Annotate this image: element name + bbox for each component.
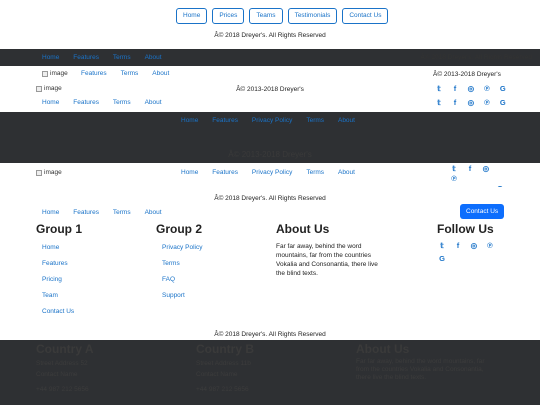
instagram-icon[interactable]: ◎	[466, 84, 476, 94]
footer5-nav-terms[interactable]: Terms	[306, 117, 324, 124]
follow-title: Follow Us	[437, 222, 494, 236]
footer9-about-text: Far far away, behind the word mountains,…	[356, 358, 485, 381]
footer-3: image Features Terms About Â© 2013-2018 …	[0, 66, 540, 82]
footer-9: Country A Street Address 52 Contact Name…	[0, 340, 540, 405]
group1-team-link[interactable]: Team	[42, 292, 136, 299]
footer8-copyright: Â© 2018 Dreyer's. All Rights Reserved	[214, 331, 326, 338]
footer-5: Home Features Privacy Policy Terms About…	[0, 112, 540, 163]
group2-privacy-link[interactable]: Privacy Policy	[162, 244, 256, 251]
footer-8: Group 1 Home Features Pricing Team Conta…	[0, 220, 540, 340]
about-text: Far far away, behind the word mountains,…	[276, 243, 378, 277]
footer6-nav-terms[interactable]: Terms	[306, 169, 324, 176]
about-title: About Us	[276, 222, 330, 236]
facebook-icon[interactable]: f	[453, 241, 463, 251]
instagram-icon[interactable]: ◎	[481, 164, 491, 174]
footer7-contact-button[interactable]: Contact Us	[460, 204, 505, 219]
footer4-nav-features[interactable]: Features	[73, 99, 99, 106]
facebook-icon[interactable]: f	[450, 84, 460, 94]
footer1-testimonials-button[interactable]: Testimonials	[287, 8, 338, 24]
countryB-phone: +44 987 212 5656	[196, 386, 249, 393]
footer1-prices-button[interactable]: Prices	[212, 8, 245, 24]
footer1-teams-button[interactable]: Teams	[249, 8, 283, 24]
footer5-nav-home[interactable]: Home	[181, 117, 198, 124]
footer2-nav-about[interactable]: About	[145, 54, 162, 61]
footer6-nav-privacy[interactable]: Privacy Policy	[252, 169, 292, 176]
group2-terms-link[interactable]: Terms	[162, 260, 256, 267]
group1-contact-link[interactable]: Contact Us	[42, 308, 136, 315]
instagram-icon[interactable]: ◎	[466, 98, 476, 108]
group1-features-link[interactable]: Features	[42, 260, 136, 267]
footer4-nav-terms[interactable]: Terms	[113, 99, 131, 106]
footer2-nav-home[interactable]: Home	[42, 54, 59, 61]
footer-6: image Home Features Privacy Policy Terms…	[0, 163, 540, 193]
footer3-nav-about[interactable]: About	[152, 70, 169, 77]
footer9-about-title: About Us	[356, 342, 410, 356]
pinterest-icon[interactable]: ℗	[485, 241, 495, 251]
footer6-nav-features[interactable]: Features	[212, 169, 238, 176]
twitter-icon[interactable]: 𝕥	[434, 98, 444, 108]
footer6-logo-image: image	[36, 169, 62, 176]
group1-home-link[interactable]: Home	[42, 244, 136, 251]
footer2-nav-terms[interactable]: Terms	[113, 54, 131, 61]
twitter-icon[interactable]: 𝕥	[437, 241, 447, 251]
footer2-copyright: Â© 2018 Dreyer's. All Rights Reserved	[420, 54, 532, 61]
footer-4: image Â© 2013-2018 Dreyer's 𝕥 f ◎ ℗ G Ho…	[0, 82, 540, 112]
google-icon[interactable]: G	[437, 254, 447, 264]
group1-pricing-link[interactable]: Pricing	[42, 276, 136, 283]
footer4-nav-about[interactable]: About	[145, 99, 162, 106]
footer7-copyright: Â© 2018 Dreyer's. All Rights Reserved	[214, 195, 326, 202]
twitter-icon[interactable]: 𝕥	[449, 164, 459, 174]
footer-1: Home Prices Teams Testimonials Contact U…	[0, 0, 540, 49]
footer-2: Home Features Terms About Â© 2018 Dreyer…	[0, 49, 540, 66]
google-icon[interactable]: G	[498, 98, 508, 108]
countryB-address: Street Address 11b	[196, 360, 251, 367]
countryA-phone: +44 987 212 5656	[36, 386, 89, 393]
facebook-icon[interactable]: f	[450, 98, 460, 108]
google-icon[interactable]: G	[498, 84, 508, 94]
countryA-address: Street Address 52	[36, 360, 88, 367]
pinterest-icon[interactable]: ℗	[449, 174, 459, 184]
footer7-nav-terms[interactable]: Terms	[113, 209, 131, 216]
countryB-title: Country B	[196, 342, 254, 356]
footer3-nav-features[interactable]: Features	[81, 70, 107, 77]
footer2-nav-features[interactable]: Features	[73, 54, 99, 61]
footer7-nav-home[interactable]: Home	[42, 209, 59, 216]
countryB-contact: Contact Name	[196, 371, 238, 378]
instagram-icon[interactable]: ◎	[469, 241, 479, 251]
footer3-copyright: Â© 2013-2018 Dreyer's	[433, 71, 501, 78]
footer3-nav-terms[interactable]: Terms	[121, 70, 139, 77]
footer4-nav-home[interactable]: Home	[42, 99, 59, 106]
facebook-icon[interactable]: f	[465, 164, 475, 174]
group2-title: Group 2	[156, 222, 203, 236]
footer5-nav-features[interactable]: Features	[212, 117, 238, 124]
group2-support-link[interactable]: Support	[162, 292, 256, 299]
group2-faq-link[interactable]: FAQ	[162, 276, 256, 283]
footer1-home-button[interactable]: Home	[176, 8, 208, 24]
countryA-title: Country A	[36, 342, 94, 356]
footer-7: Â© 2018 Dreyer's. All Rights Reserved Ho…	[0, 187, 540, 220]
pinterest-icon[interactable]: ℗	[482, 84, 492, 94]
footer7-nav-about[interactable]: About	[145, 209, 162, 216]
footer7-nav-features[interactable]: Features	[73, 209, 99, 216]
footer3-logo-image: image	[42, 70, 68, 77]
group1-title: Group 1	[36, 222, 83, 236]
footer5-nav-privacy[interactable]: Privacy Policy	[252, 117, 292, 124]
footer1-contact-button[interactable]: Contact Us	[342, 8, 389, 24]
pinterest-icon[interactable]: ℗	[482, 98, 492, 108]
footer5-nav-about[interactable]: About	[338, 117, 355, 124]
footer1-copyright: Â© 2018 Dreyer's. All Rights Reserved	[214, 32, 326, 39]
footer6-nav-home[interactable]: Home	[181, 169, 198, 176]
twitter-icon[interactable]: 𝕥	[434, 84, 444, 94]
countryA-contact: Contact Name	[36, 371, 78, 378]
footer6-nav-about[interactable]: About	[338, 169, 355, 176]
footer5-copyright: Â© 2013-2018 Dreyer's	[228, 150, 312, 159]
